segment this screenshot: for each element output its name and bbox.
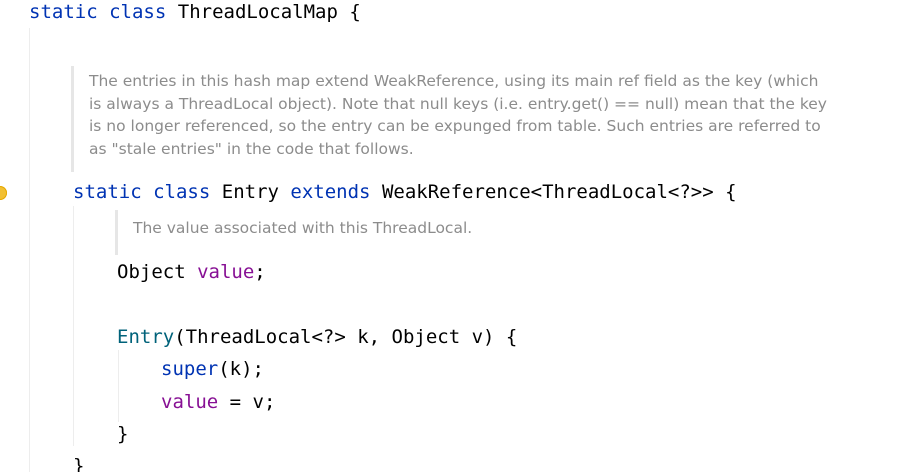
indent-guide — [73, 206, 74, 446]
indent-guide — [29, 28, 30, 472]
class-name: ThreadLocalMap — [177, 1, 338, 23]
lightbulb-icon[interactable] — [0, 186, 7, 200]
keyword: class — [109, 1, 167, 23]
doc-comment-line: is no longer referenced, so the entry ca… — [89, 117, 821, 135]
keyword: class — [153, 181, 211, 203]
doc-comment-line: is always a ThreadLocal object). Note th… — [89, 94, 827, 113]
doc-comment-block: The value associated with this ThreadLoc… — [115, 210, 533, 255]
type-name: Object — [117, 261, 186, 283]
code-line-assignment[interactable]: value = v; — [161, 390, 275, 414]
keyword: extends — [290, 181, 371, 203]
class-name: Entry — [221, 181, 279, 203]
code-line-entry-declaration[interactable]: static class Entry extends WeakReference… — [73, 180, 737, 204]
keyword: static — [73, 181, 142, 203]
brace: { — [349, 1, 361, 23]
brace: } — [73, 455, 85, 472]
arguments: (k); — [218, 358, 264, 380]
code-line-closing-brace[interactable]: } — [117, 422, 128, 446]
doc-comment-line: The entries in this hash map extend Weak… — [89, 72, 819, 90]
type-name: WeakReference<ThreadLocal<?>> — [381, 181, 714, 203]
code-line-super-call[interactable]: super(k); — [161, 357, 264, 381]
brace: } — [117, 423, 129, 445]
code-line-closing-brace[interactable]: } — [73, 454, 84, 472]
field-name: value — [197, 261, 255, 283]
parameters: (ThreadLocal<?> k, Object v) { — [174, 326, 518, 348]
constructor-name: Entry — [117, 326, 175, 348]
semicolon: ; — [254, 261, 266, 283]
doc-comment-line: The value associated with this ThreadLoc… — [133, 219, 473, 237]
code-editor[interactable]: static class ThreadLocalMap { The entrie… — [0, 0, 915, 472]
field-name: value — [161, 391, 219, 413]
indent-guide — [118, 350, 119, 422]
code-line-constructor[interactable]: Entry(ThreadLocal<?> k, Object v) { — [117, 325, 517, 349]
keyword: super — [161, 358, 219, 380]
doc-comment-block: The entries in this hash map extend Weak… — [71, 66, 849, 172]
assignment: = v; — [218, 391, 276, 413]
doc-comment-line: as "stale entries" in the code that foll… — [89, 139, 414, 158]
keyword: static — [29, 1, 98, 23]
code-line-class-declaration[interactable]: static class ThreadLocalMap { — [29, 0, 361, 24]
brace: { — [725, 181, 737, 203]
code-line-field[interactable]: Object value; — [117, 260, 266, 284]
